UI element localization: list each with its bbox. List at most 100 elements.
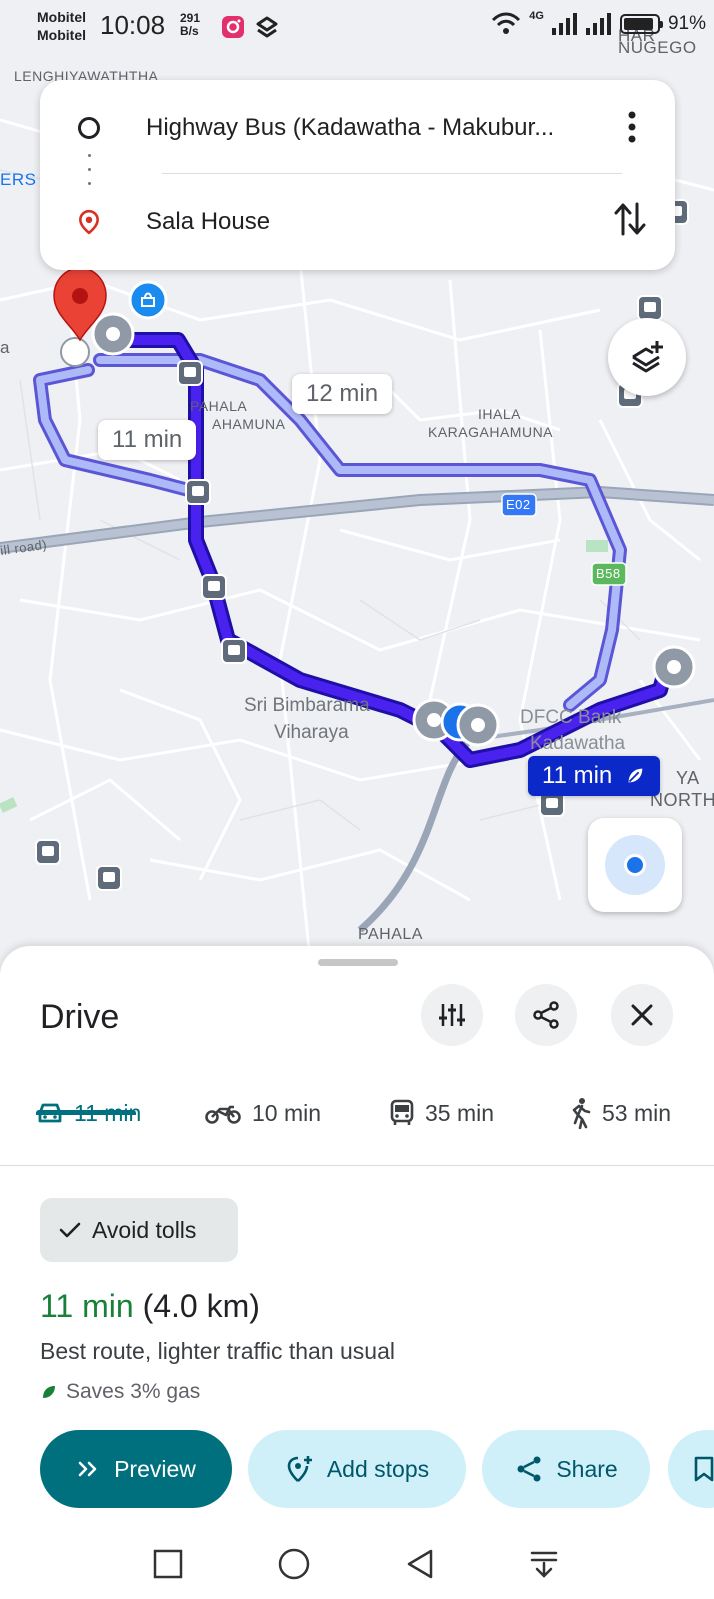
- battery-fill: [623, 18, 654, 30]
- origin-field[interactable]: Highway Bus (Kadawatha - Makubur...: [146, 114, 596, 142]
- layers-plus-icon: [632, 341, 663, 373]
- destination-pin-icon: [79, 209, 99, 235]
- preview-button[interactable]: Preview: [40, 1430, 232, 1508]
- map-label-area: AHAMUNA: [212, 416, 286, 432]
- add-stops-label: Add stops: [326, 1455, 430, 1482]
- app-notification-icon: [256, 16, 278, 38]
- mode-motorcycle-time: 10 min: [252, 1099, 322, 1126]
- map-label-bank: DFCC Bank: [520, 707, 622, 728]
- location-halo: [605, 835, 665, 895]
- map-label-area: KARAGAHAMUNA: [428, 424, 554, 440]
- mode-tab-transit[interactable]: 35 min: [389, 1083, 494, 1143]
- route-duration: 11 min: [40, 1288, 134, 1324]
- share-label: Share: [556, 1455, 618, 1482]
- tune-icon: [439, 1004, 465, 1026]
- square-icon: [153, 1549, 183, 1579]
- map-label-temple: Sri Bimbarama: [244, 695, 370, 716]
- mode-tab-walk[interactable]: 53 min: [570, 1083, 671, 1143]
- mode-walk-time: 53 min: [602, 1099, 672, 1126]
- close-button[interactable]: [611, 984, 673, 1046]
- map-label-area: ERS: [0, 170, 37, 189]
- net-speed: 291 B/s: [180, 12, 200, 38]
- share-icon: [517, 1456, 541, 1482]
- location-dot-icon: [624, 854, 646, 876]
- route-distance: (4.0 km): [142, 1288, 260, 1324]
- highway-shield-b58: B58: [596, 566, 621, 581]
- origin-row[interactable]: Highway Bus (Kadawatha - Makubur...: [40, 98, 675, 158]
- layers-button[interactable]: [608, 318, 686, 396]
- mode-tab-motorcycle[interactable]: 10 min: [204, 1083, 321, 1143]
- back-button[interactable]: [400, 1544, 440, 1584]
- map-label-temple: Viharaya: [274, 722, 349, 743]
- selected-route-callout[interactable]: 11 min: [528, 756, 661, 796]
- signal-icon: [551, 13, 577, 35]
- network-type: 4G: [529, 10, 544, 22]
- map-label-area: YA: [676, 768, 700, 788]
- system-nav-bar: [0, 1530, 714, 1599]
- wifi-icon: [492, 12, 521, 34]
- origin-circle-icon: [78, 117, 100, 139]
- route-search-card: Highway Bus (Kadawatha - Makubur... Sala…: [40, 80, 675, 270]
- battery-icon: [619, 14, 663, 34]
- route-summary: 11 min (4.0 km): [40, 1288, 260, 1325]
- check-icon: [59, 1222, 81, 1238]
- highway-shield-e02: E02: [506, 497, 531, 512]
- motorcycle-icon: [205, 1105, 241, 1124]
- triangle-back-icon: [407, 1549, 433, 1579]
- route-connector-dots: [88, 154, 92, 194]
- map-label-area: NORTH: [650, 790, 714, 810]
- home-button[interactable]: [274, 1544, 314, 1584]
- transit-icon: [390, 1099, 414, 1125]
- walk-icon: [572, 1098, 591, 1129]
- status-right: 4G 91%: [491, 10, 706, 36]
- battery-percent: 91%: [667, 13, 706, 34]
- save-route-button[interactable]: [668, 1430, 714, 1508]
- swap-vert-icon[interactable]: [613, 200, 647, 238]
- add-stops-button[interactable]: Add stops: [248, 1430, 466, 1508]
- alt-route-callout[interactable]: 12 min: [292, 374, 393, 414]
- share-button[interactable]: Share: [482, 1430, 650, 1508]
- selected-route-time: 11 min: [542, 762, 613, 789]
- add-location-icon: [287, 1456, 312, 1482]
- avoid-tolls-chip[interactable]: Avoid tolls: [40, 1198, 238, 1262]
- map-label-area: PAHALA: [358, 926, 423, 943]
- map-label-area: a: [0, 338, 10, 357]
- bookmark-icon: [694, 1456, 714, 1482]
- instagram-icon: [222, 16, 244, 38]
- destination-field[interactable]: Sala House: [146, 208, 596, 236]
- sheet-drag-handle[interactable]: [318, 959, 398, 966]
- status-bar: Mobitel Mobitel 10:08 291 B/s 4G 91%: [0, 0, 714, 56]
- map-label-area: PAHALA: [190, 398, 248, 414]
- avoid-tolls-label: Avoid tolls: [92, 1216, 197, 1243]
- more-vert-icon[interactable]: [627, 110, 637, 144]
- preview-label: Preview: [114, 1455, 196, 1482]
- share-icon: [533, 1001, 559, 1029]
- map-label-area: IHALA: [478, 406, 521, 422]
- carrier-names: Mobitel Mobitel: [37, 8, 86, 44]
- modes-divider: [0, 1165, 714, 1166]
- circle-icon: [278, 1548, 310, 1580]
- sheet-title: Drive: [40, 998, 120, 1036]
- mode-transit-time: 35 min: [425, 1099, 495, 1126]
- double-chevron-right-icon: [78, 1461, 97, 1477]
- status-time: 10:08: [100, 10, 166, 40]
- alt-route-callout[interactable]: 11 min: [98, 420, 197, 460]
- recents-button[interactable]: [148, 1544, 188, 1584]
- eco-leaf-icon: [43, 1386, 55, 1398]
- active-mode-indicator: [36, 1110, 136, 1115]
- eco-leaf-icon: [628, 768, 643, 783]
- net-speed-unit: B/s: [180, 24, 199, 38]
- gas-savings-label: Saves 3% gas: [66, 1380, 201, 1403]
- route-description: Best route, lighter traffic than usual: [40, 1338, 395, 1364]
- pull-down-icon: [530, 1551, 558, 1578]
- route-divider: [162, 173, 622, 174]
- map-label-bank: Kadawatha: [530, 733, 626, 754]
- carrier-1: Mobitel: [37, 9, 86, 25]
- signal-icon-2: [585, 13, 611, 35]
- notification-shade-button[interactable]: [524, 1544, 564, 1584]
- route-options-button[interactable]: [421, 984, 483, 1046]
- destination-row[interactable]: Sala House: [40, 192, 675, 252]
- action-buttons-row: Preview Add stops Share: [40, 1430, 714, 1510]
- my-location-button[interactable]: [588, 818, 682, 912]
- share-route-button[interactable]: [515, 984, 577, 1046]
